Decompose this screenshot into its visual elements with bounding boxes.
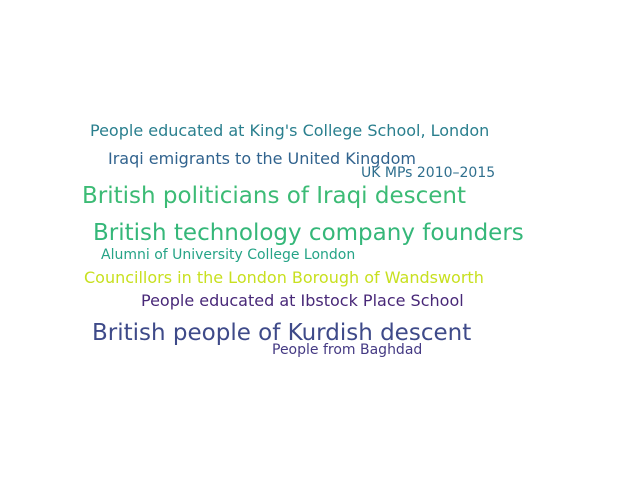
word-cloud: People educated at King's College School… [0, 0, 640, 480]
cloud-word: UK MPs 2010–2015 [361, 165, 496, 181]
cloud-word: People educated at King's College School… [90, 121, 490, 140]
cloud-word: Alumni of University College London [101, 247, 356, 263]
cloud-word: British technology company founders [93, 220, 524, 246]
cloud-word: People educated at Ibstock Place School [141, 291, 464, 310]
cloud-word: British politicians of Iraqi descent [82, 183, 467, 209]
cloud-word: Councillors in the London Borough of Wan… [84, 268, 484, 287]
cloud-word: People from Baghdad [272, 342, 423, 358]
